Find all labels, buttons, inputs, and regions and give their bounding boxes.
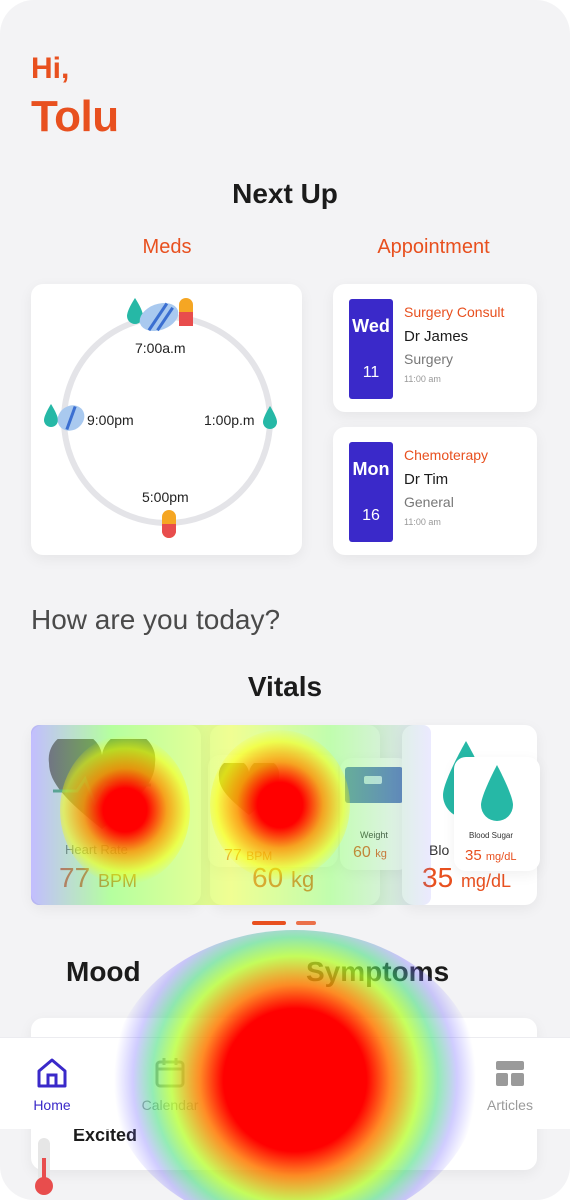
meds-label[interactable]: Meds (99, 236, 235, 259)
meds-clock-graphic (44, 298, 277, 538)
nav-calendar-label: Calendar (141, 1097, 199, 1113)
capsule-icon (179, 298, 193, 326)
appointment-category: General (404, 494, 454, 510)
vitals-title: Vitals (247, 671, 323, 702)
nav-home[interactable]: Home (0, 1038, 107, 1130)
appointment-card[interactable]: Wed 11 Surgery Consult Dr James Surgery … (333, 284, 537, 412)
next-up-title: Next Up (232, 178, 338, 209)
appointment-date-block: Wed 11 (349, 299, 393, 399)
appointment-date-block: Mon 16 (349, 442, 393, 542)
drop-icon (263, 406, 277, 429)
appointment-date: 11 (362, 364, 380, 381)
tablet-icon (57, 405, 85, 431)
articles-icon (496, 1061, 524, 1086)
appointment-doctor: Dr James (404, 328, 469, 345)
phone-screen: Hi, Tolu Next Up Meds Appointment 7:00a.… (0, 0, 570, 1200)
weight-mini-card: Weight 60 kg (340, 758, 410, 870)
blood-sugar-mini-label: Blood Sugar (469, 831, 514, 840)
appointment-day: Wed (352, 316, 390, 336)
appointment-category: Surgery (404, 351, 454, 367)
appointment-day: Mon (352, 459, 390, 479)
heart-icon (48, 739, 156, 829)
blood-sugar-mini-card: Blood Sugar 35 mg/dL (454, 757, 540, 871)
dose-time-bottom: 5:00pm (142, 489, 189, 505)
scale-icon (345, 767, 403, 803)
blood-sugar-mini-value: 35 mg/dL (465, 847, 517, 864)
thermometer-icon (35, 1138, 53, 1195)
dose-time-top: 7:00a.m (135, 340, 186, 356)
appointment-type: Surgery Consult (404, 304, 505, 320)
mood-question: How are you today? (31, 604, 281, 635)
symptoms-tab[interactable]: Symptoms (306, 956, 449, 988)
dose-time-right: 1:00p.m (204, 412, 255, 428)
heart-rate-label: Heart Rate (65, 842, 128, 857)
carousel-dot-active[interactable] (252, 921, 286, 925)
appointment-label[interactable]: Appointment (351, 236, 516, 259)
dose-time-left: 9:00pm (87, 412, 134, 428)
greeting-name: Tolu (31, 92, 119, 141)
heart-rate-card[interactable]: Heart Rate 77 BPM (31, 725, 201, 905)
heart-icon (218, 763, 280, 815)
appointment-time: 11:00 am (404, 517, 441, 527)
nav-home-label: Home (33, 1097, 71, 1113)
nav-calendar[interactable]: Calendar (115, 1038, 225, 1130)
tablet-icon (139, 302, 179, 332)
mood-tab[interactable]: Mood (66, 956, 141, 988)
appointment-date: 16 (362, 507, 380, 524)
heart-rate-mini-value: 77 BPM (224, 847, 273, 864)
capsule-icon (162, 510, 176, 538)
meds-schedule-card[interactable]: 7:00a.m 1:00p.m 5:00pm 9:00pm (31, 284, 302, 555)
appointment-type: Chemoterapy (404, 447, 489, 463)
calendar-icon (155, 1058, 185, 1088)
blood-sugar-label-short: Blo (429, 842, 450, 858)
nav-articles[interactable]: Articles (455, 1038, 565, 1130)
appointment-time: 11:00 am (404, 374, 441, 384)
greeting-hi: Hi, (31, 52, 70, 85)
blood-drop-icon (481, 765, 513, 821)
appointment-doctor: Dr Tim (404, 471, 449, 488)
weight-mini-value: 60 kg (353, 844, 387, 861)
home-icon (37, 1058, 67, 1088)
nav-articles-label: Articles (487, 1097, 533, 1113)
carousel-dot[interactable] (296, 921, 316, 925)
heart-rate-value: 77 BPM (59, 862, 137, 893)
weight-mini-label: Weight (360, 830, 388, 840)
drop-icon (44, 404, 58, 427)
appointment-card[interactable]: Mon 16 Chemoterapy Dr Tim General 11:00 … (333, 427, 537, 555)
heart-rate-mini-card: 77 BPM (208, 755, 338, 867)
bottom-nav: Home Calendar Articles (0, 1037, 570, 1129)
